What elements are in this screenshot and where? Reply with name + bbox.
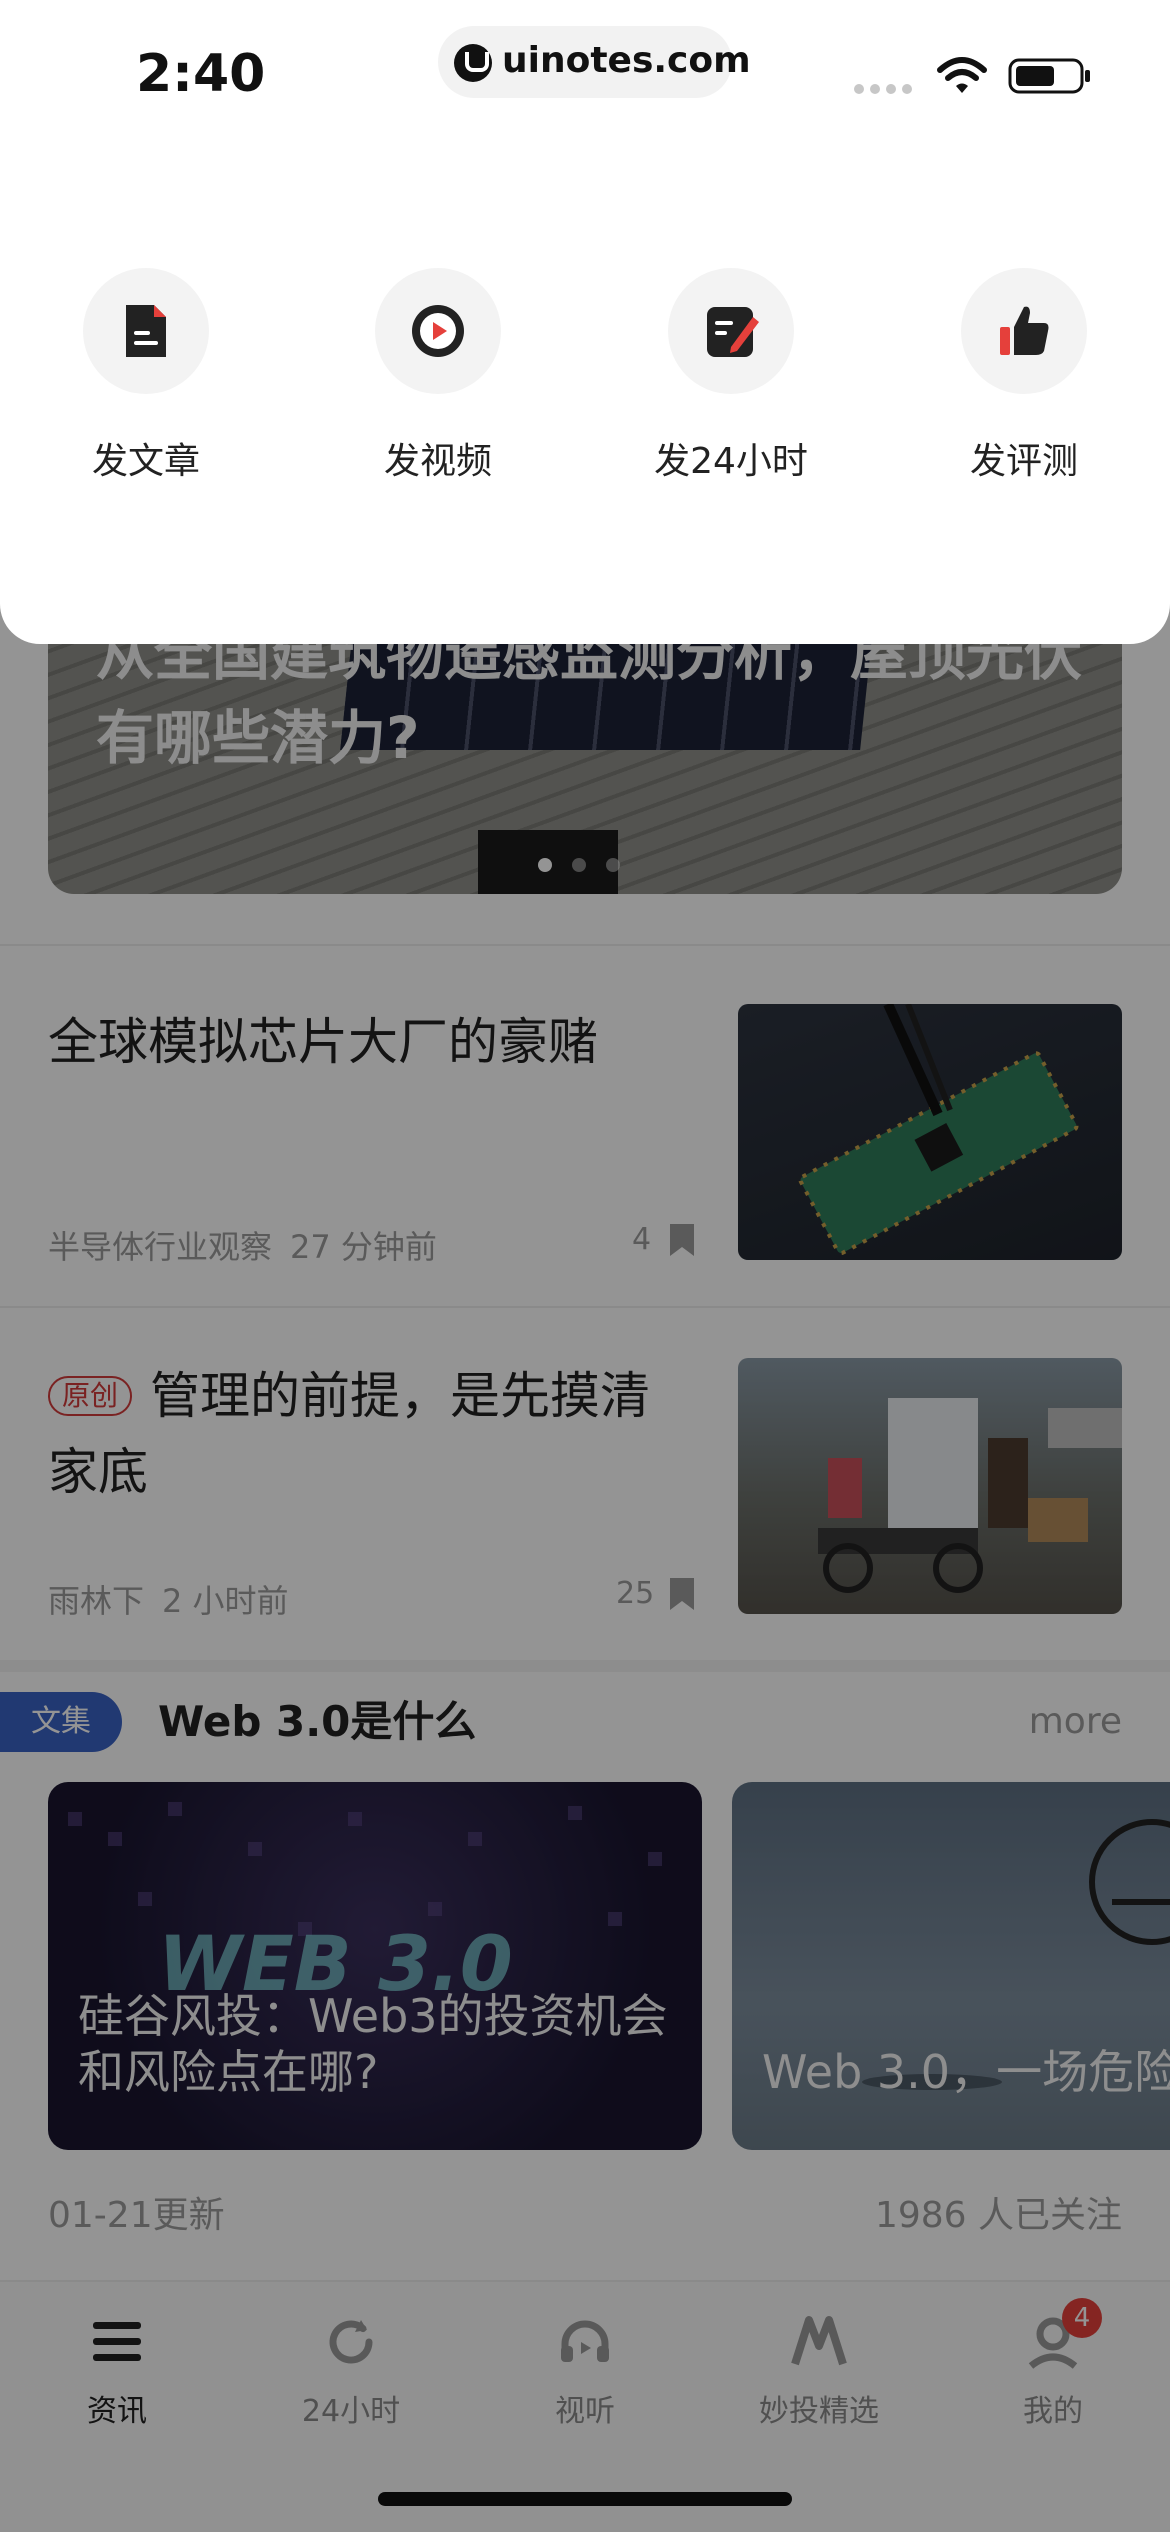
action-label: 发文章 xyxy=(91,441,200,482)
cellular-signal-icon xyxy=(854,84,912,94)
action-label: 发视频 xyxy=(383,441,492,482)
url-text: uinotes.com xyxy=(502,40,751,81)
publish-review-button[interactable]: 发评测 xyxy=(914,268,1134,484)
action-icon-circle xyxy=(668,268,794,394)
action-icon-circle xyxy=(83,268,209,394)
action-label: 发24小时 xyxy=(654,441,808,482)
edit-note-icon xyxy=(707,307,759,357)
article-doc-icon xyxy=(126,305,166,357)
thumbs-up-icon xyxy=(1000,306,1049,355)
publish-menu-sheet: 2:40 uinotes.com 发文章 发视频 发24小时 发评测 xyxy=(0,0,1170,644)
wifi-icon xyxy=(937,57,987,93)
publish-24h-button[interactable]: 发24小时 xyxy=(621,268,841,484)
status-bar: 2:40 uinotes.com xyxy=(0,0,1170,140)
battery-icon xyxy=(1008,58,1090,94)
publish-article-button[interactable]: 发文章 xyxy=(36,268,256,484)
action-label: 发评测 xyxy=(969,441,1078,482)
play-video-icon xyxy=(412,305,464,357)
site-logo-icon xyxy=(454,44,492,82)
status-time: 2:40 xyxy=(136,44,266,104)
publish-video-button[interactable]: 发视频 xyxy=(328,268,548,484)
action-icon-circle xyxy=(961,268,1087,394)
action-icon-circle xyxy=(375,268,501,394)
url-pill[interactable]: uinotes.com xyxy=(438,26,751,98)
